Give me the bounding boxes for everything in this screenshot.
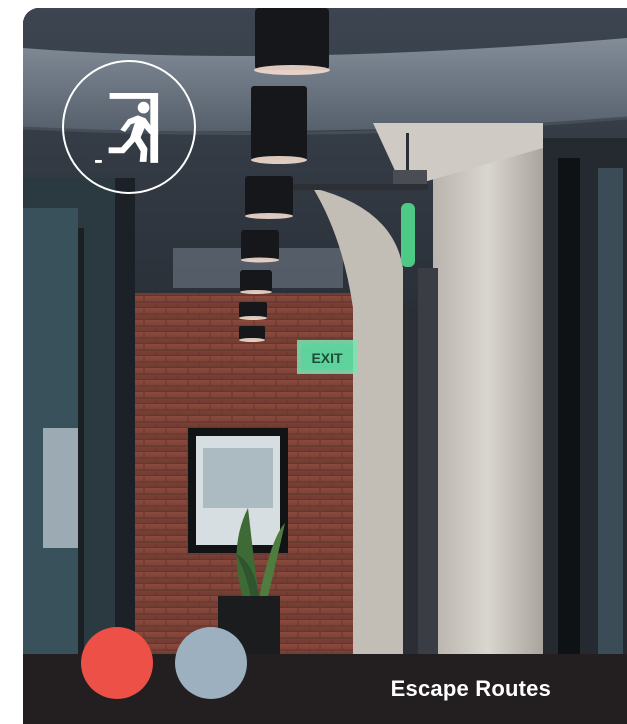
exit-badge <box>62 60 196 194</box>
color-swatch-coral[interactable] <box>81 627 153 699</box>
color-swatch-slate[interactable] <box>175 627 247 699</box>
photo-exit-sign-text: EXIT <box>311 350 343 366</box>
emergency-exit-running-person-icon <box>95 93 159 163</box>
card-title: Escape Routes <box>390 676 551 701</box>
